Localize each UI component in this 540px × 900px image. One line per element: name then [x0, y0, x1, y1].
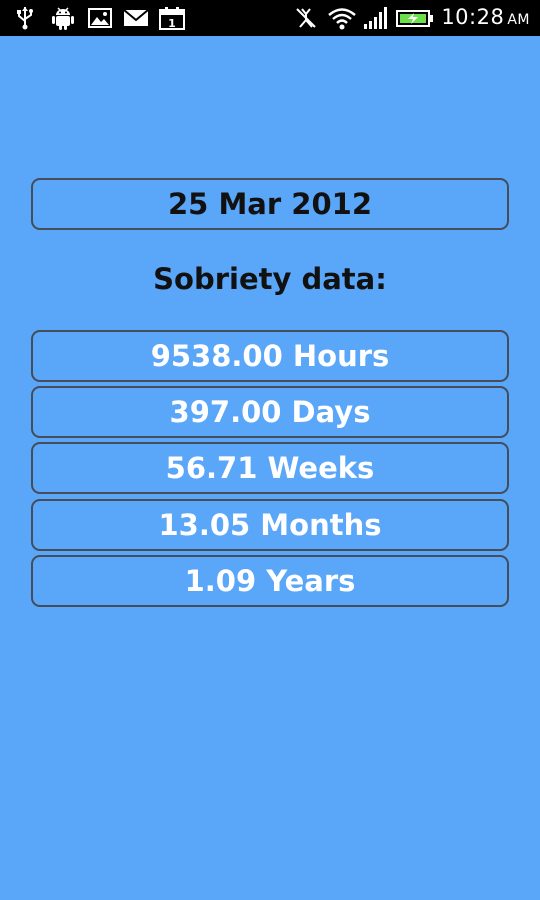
clock-time: 10:28 — [441, 5, 505, 29]
usb-icon — [17, 7, 33, 30]
status-bar: 1 10:28 AM — [0, 0, 540, 36]
calendar-day: 1 — [168, 17, 176, 30]
signal-icon — [364, 7, 387, 29]
stat-months: 13.05 Months — [158, 508, 382, 542]
stat-years-box: 1.09 Years — [31, 555, 509, 607]
vibrate-off-icon — [296, 8, 316, 28]
email-icon — [123, 9, 149, 26]
gallery-icon — [88, 8, 112, 28]
stat-hours: 9538.00 Hours — [150, 339, 390, 373]
stat-years: 1.09 Years — [184, 564, 356, 598]
section-heading: Sobriety data: — [153, 262, 387, 296]
status-clock: 10:28 AM — [441, 5, 530, 29]
clock-ampm: AM — [507, 12, 530, 28]
date-label: 25 Mar 2012 — [168, 187, 372, 221]
calendar-icon: 1 — [159, 7, 185, 30]
android-debug-icon — [52, 7, 74, 30]
stat-hours-box: 9538.00 Hours — [31, 330, 509, 382]
stat-days-box: 397.00 Days — [31, 386, 509, 438]
stat-days: 397.00 Days — [169, 395, 371, 429]
battery-charging-icon — [396, 10, 433, 27]
stat-weeks-box: 56.71 Weeks — [31, 442, 509, 494]
date-button[interactable]: 25 Mar 2012 — [31, 178, 509, 230]
stat-weeks: 56.71 Weeks — [165, 451, 375, 485]
wifi-icon — [328, 8, 356, 30]
stat-months-box: 13.05 Months — [31, 499, 509, 551]
